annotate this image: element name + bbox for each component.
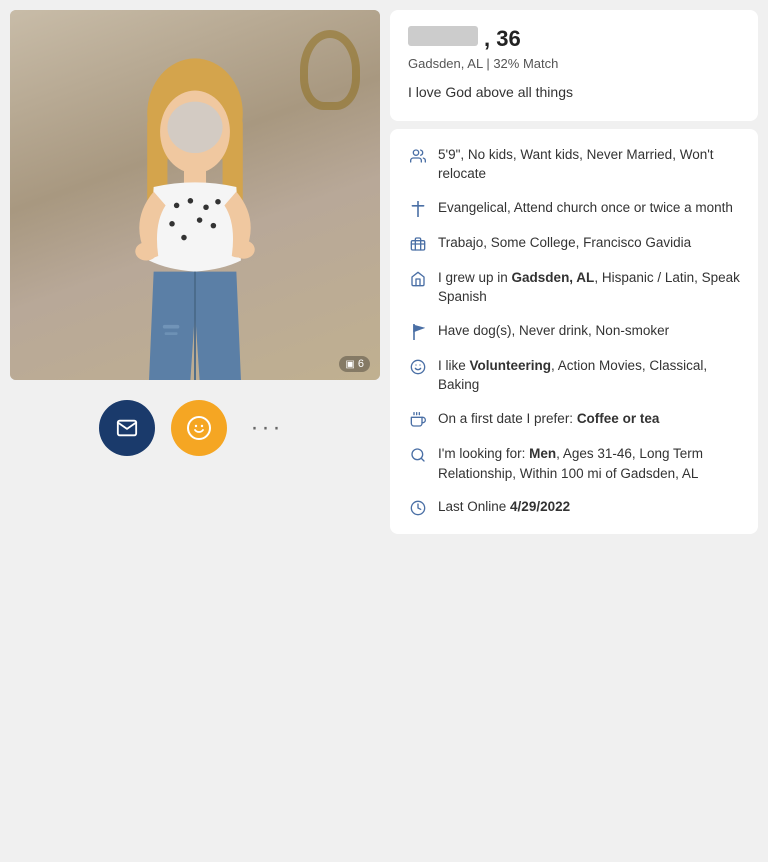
profile-photo bbox=[10, 10, 380, 380]
briefcase-icon bbox=[408, 234, 428, 254]
message-button[interactable] bbox=[99, 400, 155, 456]
firstdate-text: On a first date I prefer: Coffee or tea bbox=[438, 409, 740, 429]
profile-bio: I love God above all things bbox=[408, 83, 740, 103]
detail-row-basics: 5'9", No kids, Want kids, Never Married,… bbox=[408, 145, 740, 184]
person-icon bbox=[408, 146, 428, 166]
basics-text: 5'9", No kids, Want kids, Never Married,… bbox=[438, 145, 740, 184]
interests-text: I like Volunteering, Action Movies, Clas… bbox=[438, 356, 740, 395]
detail-row-firstdate: On a first date I prefer: Coffee or tea bbox=[408, 409, 740, 430]
religion-text: Evangelical, Attend church once or twice… bbox=[438, 198, 740, 218]
smile-icon bbox=[408, 357, 428, 377]
work-text: Trabajo, Some College, Francisco Gavidia bbox=[438, 233, 740, 253]
profile-age: , 36 bbox=[484, 26, 521, 52]
clock-icon bbox=[408, 498, 428, 518]
photo-counter: ▣ 6 bbox=[339, 356, 370, 372]
profile-name-blurred bbox=[408, 26, 478, 46]
detail-row-lookingfor: I'm looking for: Men, Ages 31-46, Long T… bbox=[408, 444, 740, 483]
lifestyle-text: Have dog(s), Never drink, Non-smoker bbox=[438, 321, 740, 341]
profile-header: , 36 Gadsden, AL | 32% Match I love God … bbox=[390, 10, 758, 121]
ellipsis-icon: ··· bbox=[251, 414, 284, 441]
detail-row-religion: Evangelical, Attend church once or twice… bbox=[408, 198, 740, 219]
detail-row-work: Trabajo, Some College, Francisco Gavidia bbox=[408, 233, 740, 254]
photo-container: ▣ 6 bbox=[10, 10, 380, 380]
decor-basket bbox=[300, 30, 360, 110]
cross-icon bbox=[408, 199, 428, 219]
detail-row-lastonline: Last Online 4/29/2022 bbox=[408, 497, 740, 518]
search-icon bbox=[408, 445, 428, 465]
background-text: I grew up in Gadsden, AL, Hispanic / Lat… bbox=[438, 268, 740, 307]
person-illustration bbox=[95, 40, 295, 380]
left-panel: ▣ 6 ··· bbox=[10, 10, 380, 534]
details-panel: 5'9", No kids, Want kids, Never Married,… bbox=[390, 129, 758, 535]
detail-row-background: I grew up in Gadsden, AL, Hispanic / Lat… bbox=[408, 268, 740, 307]
detail-row-interests: I like Volunteering, Action Movies, Clas… bbox=[408, 356, 740, 395]
profile-location: Gadsden, AL | 32% Match bbox=[408, 56, 740, 71]
right-panel: , 36 Gadsden, AL | 32% Match I love God … bbox=[380, 10, 758, 534]
like-icon bbox=[187, 416, 211, 440]
home-icon bbox=[408, 269, 428, 289]
flag-icon bbox=[408, 322, 428, 342]
profile-card: ▣ 6 ··· bbox=[10, 10, 758, 534]
like-button[interactable] bbox=[171, 400, 227, 456]
name-row: , 36 bbox=[408, 26, 740, 52]
action-buttons: ··· bbox=[99, 400, 292, 456]
detail-row-lifestyle: Have dog(s), Never drink, Non-smoker bbox=[408, 321, 740, 342]
more-options-button[interactable]: ··· bbox=[243, 414, 292, 442]
lookingfor-text: I'm looking for: Men, Ages 31-46, Long T… bbox=[438, 444, 740, 483]
coffee-icon bbox=[408, 410, 428, 430]
message-icon bbox=[116, 417, 138, 439]
lastonline-text: Last Online 4/29/2022 bbox=[438, 497, 740, 517]
